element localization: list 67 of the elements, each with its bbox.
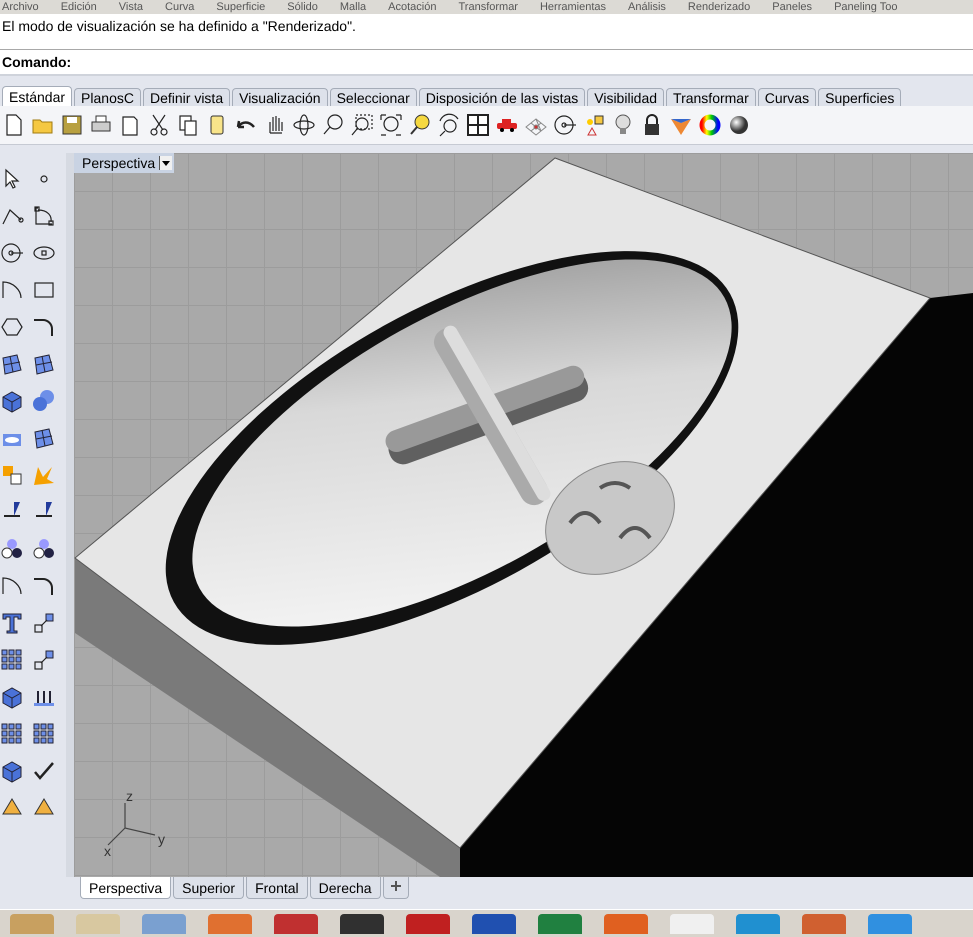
circle-point-icon[interactable] xyxy=(0,241,24,265)
menu-item[interactable]: Malla xyxy=(340,1,366,13)
caret-icon[interactable] xyxy=(159,156,172,170)
menu-item[interactable]: Sólido xyxy=(287,1,318,13)
viewport-tab[interactable]: Perspectiva xyxy=(80,877,172,899)
toolbar-tab[interactable]: Definir vista xyxy=(142,88,230,106)
save-icon[interactable] xyxy=(60,113,84,137)
menu-item[interactable]: Archivo xyxy=(2,1,39,13)
toolbar-tab[interactable]: Superficies xyxy=(818,88,902,106)
viewport-tab[interactable]: Superior xyxy=(173,877,244,899)
array-icon[interactable] xyxy=(0,722,24,746)
zoom-window-icon[interactable] xyxy=(350,113,374,137)
circles-icon[interactable] xyxy=(0,537,24,561)
axis-label: y xyxy=(158,831,165,847)
menu-item[interactable]: Paneles xyxy=(772,1,812,13)
circle-point-icon[interactable] xyxy=(553,113,577,137)
scale-icon[interactable] xyxy=(32,648,56,672)
menu-item[interactable]: Curva xyxy=(165,1,194,13)
viewport-tab[interactable]: Frontal xyxy=(246,877,308,899)
cube-icon[interactable] xyxy=(0,389,24,413)
grid-icon[interactable] xyxy=(466,113,490,137)
menu-item[interactable]: Acotación xyxy=(388,1,436,13)
viewport-title[interactable]: Perspectiva xyxy=(74,153,174,173)
toolbar-tab[interactable]: Seleccionar xyxy=(330,88,417,106)
toolbar-tab[interactable]: Visibilidad xyxy=(587,88,664,106)
rotate-view-icon[interactable] xyxy=(437,113,461,137)
command-label: Comando: xyxy=(2,54,72,70)
toolbar-tab[interactable]: Visualización xyxy=(232,88,328,106)
status-message: El modo de visualización se ha definido a "Renderizado". xyxy=(2,18,356,34)
menu-item[interactable]: Renderizado xyxy=(688,1,750,13)
array-icon[interactable] xyxy=(0,648,24,672)
plus-icon[interactable] xyxy=(390,880,402,892)
menu-item[interactable]: Edición xyxy=(60,1,97,13)
zoom-icon[interactable] xyxy=(321,113,345,137)
array-icon[interactable] xyxy=(32,722,56,746)
axis-label: z xyxy=(126,788,133,804)
text-icon[interactable] xyxy=(0,611,24,635)
viewport-tab[interactable]: Derecha xyxy=(310,877,381,899)
spheres-icon[interactable] xyxy=(32,389,56,413)
menu-item[interactable]: Análisis xyxy=(628,1,666,13)
menu-item[interactable]: Herramientas xyxy=(540,1,606,13)
zoom-extents-icon[interactable] xyxy=(379,113,403,137)
sphere-icon[interactable] xyxy=(727,113,751,137)
menu-item[interactable]: Vista xyxy=(118,1,144,13)
surface-icon[interactable] xyxy=(0,352,24,376)
toolbar-tab[interactable]: Transformar xyxy=(666,88,756,106)
menu-item[interactable]: Superficie xyxy=(216,1,266,13)
color-wheel-icon[interactable] xyxy=(698,113,722,137)
zoom-selected-icon[interactable] xyxy=(408,113,432,137)
toolbar-tab[interactable]: Estándar xyxy=(2,86,72,106)
scale-icon[interactable] xyxy=(32,611,56,635)
cube-icon[interactable] xyxy=(0,685,24,709)
toolbar-tab[interactable]: Curvas xyxy=(758,88,816,106)
cube-icon[interactable] xyxy=(0,759,24,783)
surface-icon[interactable] xyxy=(32,426,56,450)
axis-icon xyxy=(107,802,156,846)
viewport[interactable]: Perspectiva z y x xyxy=(74,153,973,877)
curve-icon[interactable] xyxy=(32,204,56,228)
add-tab-button[interactable] xyxy=(382,877,409,899)
axis-label: x xyxy=(104,843,111,859)
toolbar-tab[interactable]: PlanosC xyxy=(74,88,141,106)
toolbar-tab[interactable]: Disposición de las vistas xyxy=(418,88,586,106)
circles-icon[interactable] xyxy=(32,537,56,561)
menu-item[interactable]: Transformar xyxy=(458,1,518,13)
rotate-icon[interactable] xyxy=(292,113,316,137)
surface-icon[interactable] xyxy=(32,352,56,376)
menu-item[interactable]: Paneling Too xyxy=(834,1,898,13)
